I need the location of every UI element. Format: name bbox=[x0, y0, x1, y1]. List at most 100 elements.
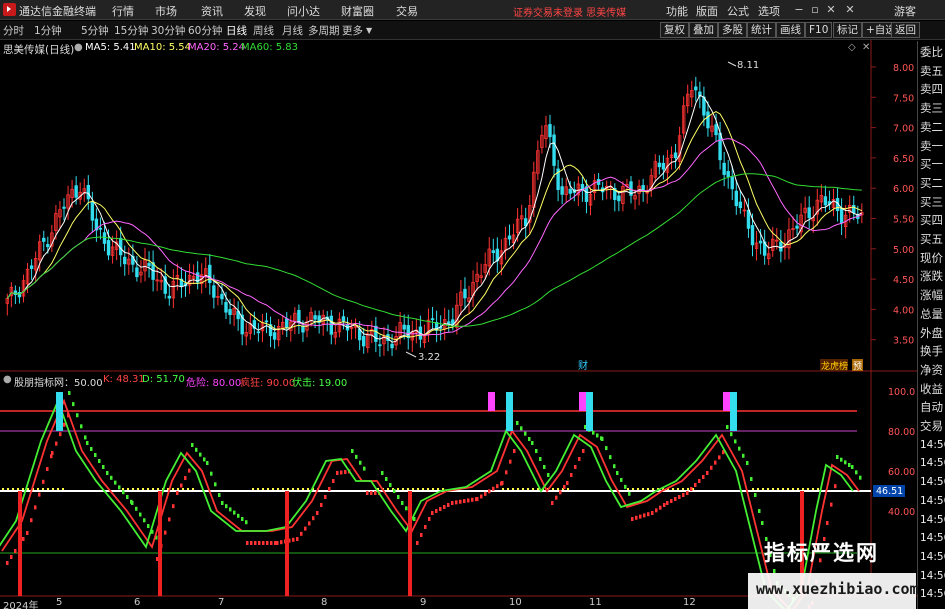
low-arrow bbox=[405, 351, 417, 358]
quote-panel-item[interactable]: 买二 bbox=[920, 176, 943, 190]
indicator-bar bbox=[336, 471, 339, 475]
candle-body bbox=[208, 264, 212, 283]
indicator-bar bbox=[46, 467, 49, 471]
mid-dot bbox=[517, 488, 519, 490]
quote-panel-item[interactable]: 卖五 bbox=[920, 64, 943, 78]
indicator-bar bbox=[366, 491, 369, 495]
quote-panel-item[interactable]: 14:56 bbox=[920, 513, 945, 527]
mid-dot bbox=[152, 488, 154, 490]
mid-dot bbox=[437, 488, 439, 490]
indicator-bar bbox=[214, 482, 217, 487]
mid-dot bbox=[677, 488, 679, 490]
mid-dot bbox=[17, 488, 19, 490]
price-tick-label: 8.00 bbox=[893, 63, 914, 74]
indicator-bar bbox=[851, 465, 854, 469]
mid-dot bbox=[627, 488, 629, 490]
indicator-bar bbox=[435, 509, 438, 513]
marker-cai[interactable]: 财 bbox=[578, 359, 588, 372]
ma60-line bbox=[6, 173, 862, 327]
signal-bar bbox=[506, 392, 513, 431]
candle-body bbox=[447, 321, 451, 324]
mid-dot bbox=[782, 488, 784, 490]
mid-dot bbox=[307, 488, 309, 490]
quote-panel-item[interactable]: 卖一 bbox=[920, 139, 943, 153]
mid-dot bbox=[507, 488, 509, 490]
candle-body bbox=[90, 201, 95, 221]
indicator-bar bbox=[501, 481, 504, 485]
candle-body bbox=[722, 162, 726, 175]
chart-area[interactable]: 8.00 7.50 7.00 6.50 6.00 5.50 5.00 4.50 4.00 3.50… bbox=[0, 0, 917, 609]
indicator-axis: 100.0 80.00 60.00 40.00 46.51 bbox=[873, 387, 915, 518]
indicator-bar bbox=[308, 521, 311, 526]
mid-dot bbox=[797, 488, 799, 490]
indicator-bar bbox=[726, 425, 729, 429]
candle-body bbox=[147, 262, 151, 267]
indicator-bar bbox=[467, 498, 470, 503]
quote-panel-item[interactable]: 卖二 bbox=[920, 120, 943, 134]
marker-longhubang[interactable]: 龙虎榜 bbox=[821, 360, 848, 372]
signal-bar bbox=[723, 392, 730, 411]
indicator-bar bbox=[714, 460, 717, 465]
indicator-bar bbox=[509, 459, 512, 464]
quote-panel-item[interactable]: 买三 bbox=[920, 195, 943, 209]
quote-panel-item[interactable]: 自动 bbox=[920, 400, 943, 414]
quote-panel-item[interactable]: 买五 bbox=[920, 232, 943, 246]
quote-panel-item[interactable]: 买一 bbox=[920, 157, 943, 171]
quote-panel-item[interactable]: 总量 bbox=[920, 307, 943, 321]
indicator-bar bbox=[631, 517, 634, 521]
quote-panel-item[interactable]: 卖四 bbox=[920, 82, 943, 96]
mid-dot bbox=[752, 488, 754, 490]
indicator-name[interactable]: 股朋指标网：50.00 bbox=[14, 374, 103, 389]
watermark-url: www.xuezhibiao.com bbox=[756, 580, 919, 598]
mid-dot bbox=[62, 488, 64, 490]
indicator-bar bbox=[416, 541, 419, 545]
quote-panel-item[interactable]: 14:56 bbox=[920, 456, 945, 470]
marker-yu[interactable]: 预 bbox=[853, 361, 862, 372]
quote-panel-item[interactable]: 14:56 bbox=[920, 531, 945, 545]
indicator-bar bbox=[22, 537, 25, 541]
quote-panel-item[interactable]: 外盘 bbox=[920, 326, 943, 340]
indicator-ambush: 伏击: 19.00 bbox=[292, 378, 348, 389]
quote-panel-item[interactable]: 涨跌 bbox=[920, 269, 943, 283]
quote-panel-item[interactable]: 14:56 bbox=[920, 438, 945, 452]
quote-panel-item[interactable]: 14:56 bbox=[920, 587, 945, 601]
indicator-bar bbox=[844, 460, 847, 465]
mid-dot bbox=[427, 488, 429, 490]
quote-panel-item[interactable]: 涨幅 bbox=[920, 288, 943, 302]
quote-panel-item[interactable]: 交易 bbox=[920, 419, 943, 433]
mid-dot bbox=[522, 488, 524, 490]
quote-panel-item[interactable]: 卖三 bbox=[920, 101, 943, 115]
quote-panel-item[interactable]: 换手 bbox=[920, 344, 943, 358]
quote-panel-item[interactable]: 现价 bbox=[920, 251, 943, 265]
indicator-bar bbox=[840, 457, 843, 462]
quote-panel-item[interactable]: 净资 bbox=[920, 363, 943, 377]
indicator-bar bbox=[135, 506, 138, 511]
indicator-bar bbox=[830, 502, 833, 507]
indicator-bar bbox=[355, 454, 358, 459]
quote-panel-item[interactable]: 买四 bbox=[920, 213, 943, 227]
quote-panel-item[interactable]: 收益 bbox=[920, 382, 943, 396]
indicator-bar bbox=[663, 503, 666, 507]
indicator-settings-icon[interactable]: ● bbox=[3, 374, 12, 385]
mid-dot bbox=[182, 488, 184, 490]
signal-bar bbox=[730, 392, 737, 431]
quote-panel-item[interactable]: 委比 bbox=[920, 45, 943, 59]
mid-dot bbox=[257, 488, 259, 490]
candle-body bbox=[718, 132, 722, 161]
ma20-line bbox=[6, 138, 863, 336]
indicator-bar bbox=[324, 495, 327, 499]
indicator-bar bbox=[655, 508, 658, 513]
indicator-bar bbox=[484, 491, 487, 496]
indicator-bar bbox=[678, 495, 681, 499]
indicator-bar bbox=[68, 391, 71, 395]
indicator-k: K: 48.31 bbox=[103, 374, 145, 385]
quote-panel-item[interactable]: 14:56 bbox=[920, 550, 945, 564]
ambush-bar bbox=[18, 491, 22, 596]
quote-panel-item[interactable]: 14:56 bbox=[920, 475, 945, 489]
sub-tick-60: 60.00 bbox=[888, 467, 915, 478]
indicator-bar bbox=[555, 495, 558, 500]
quote-panel-item[interactable]: 14:56 bbox=[920, 569, 945, 583]
quote-panel-item[interactable]: 14:56 bbox=[920, 494, 945, 508]
candle-body bbox=[673, 152, 678, 159]
indicator-bar bbox=[513, 449, 516, 453]
